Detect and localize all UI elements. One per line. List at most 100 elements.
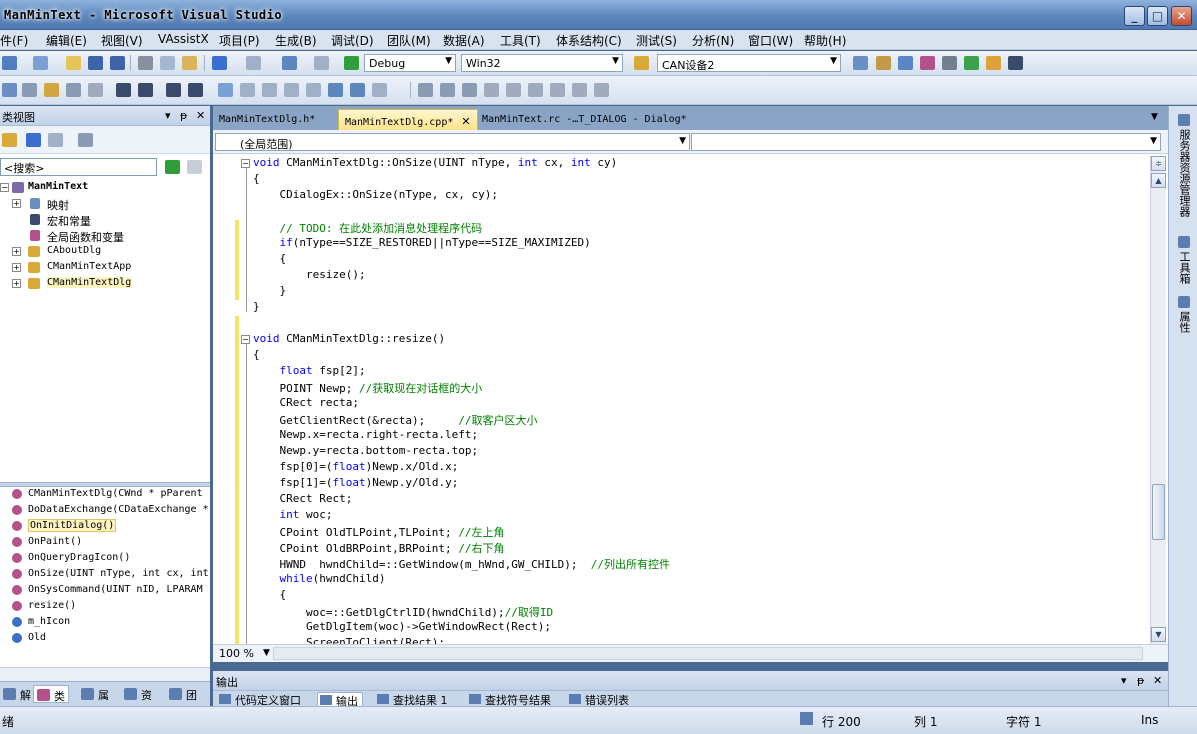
start-debugging-icon[interactable] xyxy=(344,56,359,70)
tab-property-manager[interactable]: 属 xyxy=(78,685,112,703)
tab-code-definition[interactable]: 代码定义窗口 xyxy=(217,692,301,706)
menu-view[interactable]: 视图(V) xyxy=(101,32,143,49)
menu-team[interactable]: 团队(M) xyxy=(387,32,431,49)
button-bottom-icon[interactable] xyxy=(284,83,299,97)
tab-manmintext-rc[interactable]: ManMinText.rc -…T_DIALOG - Dialog* xyxy=(476,109,693,130)
toggle-grid-icon[interactable] xyxy=(328,83,343,97)
toolbox-icon[interactable] xyxy=(920,56,935,70)
add-item-icon[interactable] xyxy=(33,56,48,70)
member-resize[interactable]: resize() xyxy=(0,598,210,614)
tab-manmintextdlg-h[interactable]: ManMinTextDlg.h* xyxy=(213,109,321,130)
save-all-icon[interactable] xyxy=(110,56,125,70)
tab-output[interactable]: 输出 xyxy=(317,692,363,706)
member-onsize[interactable]: OnSize(UINT nType, int cx, int xyxy=(0,566,210,582)
extension-icon[interactable] xyxy=(986,56,1001,70)
editor-hscrollbar[interactable] xyxy=(273,647,1143,660)
menu-data[interactable]: 数据(A) xyxy=(443,32,485,49)
tab-resource-view[interactable]: 资 xyxy=(121,685,155,703)
minimize-button[interactable]: _ xyxy=(1124,6,1145,26)
solution-explorer-icon[interactable] xyxy=(853,56,868,70)
tools-icon[interactable] xyxy=(942,56,957,70)
member-onpaint[interactable]: OnPaint() xyxy=(0,534,210,550)
solution-platform-select[interactable]: Win32 ▼ xyxy=(461,54,623,72)
align-right-icon[interactable] xyxy=(66,83,81,97)
space-across-icon[interactable] xyxy=(166,83,181,97)
tree-item-macros[interactable]: 宏和常量 xyxy=(0,212,210,228)
scroll-up-icon[interactable]: ▲ xyxy=(1151,173,1166,188)
paste-icon[interactable] xyxy=(182,56,197,70)
search-go-icon[interactable] xyxy=(165,160,180,174)
member-old[interactable]: Old xyxy=(0,630,210,646)
chevron-down-icon[interactable]: ▼ xyxy=(263,648,270,658)
find-in-files-icon[interactable] xyxy=(634,56,649,70)
tab-error-list[interactable]: 错误列表 xyxy=(567,692,629,706)
test-dialog-icon[interactable] xyxy=(2,83,17,97)
clear-search-icon[interactable] xyxy=(187,160,202,174)
scope-select[interactable]: (全局范围) ▼ xyxy=(215,133,690,151)
undo-icon[interactable] xyxy=(212,56,227,70)
menu-project[interactable]: 项目(P) xyxy=(219,32,260,49)
tab-server-explorer[interactable]: 服务器资源管理器 xyxy=(1174,114,1192,217)
command-window-icon[interactable] xyxy=(1008,56,1023,70)
menu-vassistx[interactable]: VAssistX xyxy=(158,32,209,46)
make-same-width-icon[interactable] xyxy=(218,83,233,97)
open-icon[interactable] xyxy=(66,56,81,70)
member-onsyscommand[interactable]: OnSysCommand(UINT nID, LPARAM xyxy=(0,582,210,598)
tab-properties[interactable]: 属性 xyxy=(1174,296,1192,333)
comment-icon[interactable] xyxy=(528,83,543,97)
navigate-backward-icon[interactable] xyxy=(282,56,297,70)
copy-icon[interactable] xyxy=(160,56,175,70)
menu-window[interactable]: 窗口(W) xyxy=(748,32,793,49)
forward-icon[interactable] xyxy=(48,133,63,147)
redo-icon[interactable] xyxy=(246,56,261,70)
tab-solution-explorer[interactable]: 解 xyxy=(0,685,34,703)
tab-team-explorer[interactable]: 团 xyxy=(166,685,200,703)
back-icon[interactable] xyxy=(26,133,41,147)
make-same-height-icon[interactable] xyxy=(240,83,255,97)
tab-toolbox[interactable]: 工具箱 xyxy=(1174,236,1192,284)
dropdown-icon[interactable]: ▾ xyxy=(165,109,171,122)
expand-icon[interactable]: + xyxy=(12,199,21,208)
tree-item-cmanmintextapp[interactable]: + CManMinTextApp xyxy=(0,260,210,276)
tree-item-project[interactable]: − ManMinText xyxy=(0,180,210,196)
properties-icon[interactable] xyxy=(876,56,891,70)
align-bottom-icon[interactable] xyxy=(88,83,103,97)
tree-item-caboutdlg[interactable]: + CAboutDlg xyxy=(0,244,210,260)
align-left-icon[interactable] xyxy=(22,83,37,97)
expand-icon[interactable]: + xyxy=(12,247,21,256)
tab-find-results[interactable]: 查找结果 1 xyxy=(375,692,448,706)
member-dodataexchange[interactable]: DoDataExchange(CDataExchange * xyxy=(0,502,210,518)
collapse-icon[interactable]: − xyxy=(241,335,250,344)
menu-edit[interactable]: 编辑(E) xyxy=(46,32,87,49)
menu-build[interactable]: 生成(B) xyxy=(275,32,317,49)
menu-file[interactable]: 件(F) xyxy=(0,32,28,49)
close-button[interactable]: ✕ xyxy=(1171,6,1192,26)
member-constructor[interactable]: CManMinTextDlg(CWnd * pParent xyxy=(0,486,210,502)
start-page-icon[interactable] xyxy=(964,56,979,70)
maximize-button[interactable]: □ xyxy=(1147,6,1168,26)
center-horizontal-icon[interactable] xyxy=(138,83,153,97)
editor-vscrollbar[interactable]: ≑ ▲ ▼ xyxy=(1150,156,1166,644)
next-bookmark-icon[interactable] xyxy=(462,83,477,97)
object-browser-icon[interactable] xyxy=(898,56,913,70)
tab-find-symbol-results[interactable]: 查找符号结果 xyxy=(467,692,551,706)
toggle-guides-icon[interactable] xyxy=(350,83,365,97)
outdent-icon[interactable] xyxy=(594,83,609,97)
menu-tools[interactable]: 工具(T) xyxy=(500,32,541,49)
prev-bookmark-icon[interactable] xyxy=(440,83,455,97)
pin-icon[interactable]: ᵽ xyxy=(1137,674,1144,687)
search-icon[interactable] xyxy=(484,83,499,97)
bookmark-icon[interactable] xyxy=(418,83,433,97)
new-folder-icon[interactable] xyxy=(2,133,17,147)
cut-icon[interactable] xyxy=(138,56,153,70)
clear-bookmarks-icon[interactable] xyxy=(506,83,521,97)
new-project-icon[interactable] xyxy=(2,56,17,70)
tree-item-maps[interactable]: + 映射 xyxy=(0,196,210,212)
collapse-icon[interactable]: − xyxy=(0,183,9,192)
chevron-down-icon[interactable]: ▼ xyxy=(1151,112,1158,122)
indent-icon[interactable] xyxy=(572,83,587,97)
scroll-thumb[interactable] xyxy=(1152,484,1165,540)
navigate-forward-icon[interactable] xyxy=(314,56,329,70)
settings-icon[interactable] xyxy=(78,133,93,147)
member-onquerydragicon[interactable]: OnQueryDragIcon() xyxy=(0,550,210,566)
